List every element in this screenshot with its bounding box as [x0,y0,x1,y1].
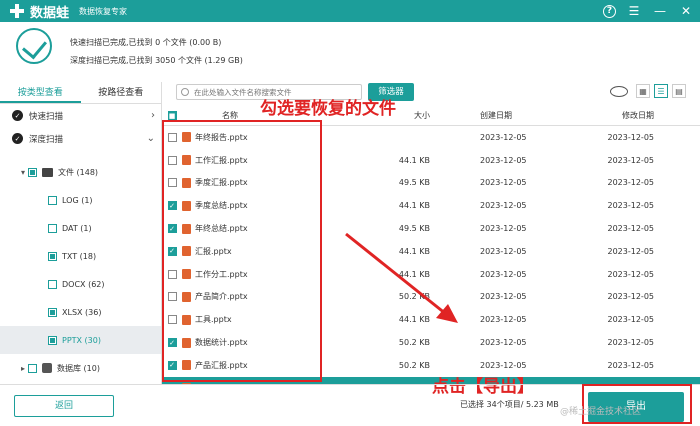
create-date: 2023-12-05 [480,224,527,234]
expand-arrow-icon[interactable]: ▾ [18,168,28,177]
file-size: 50.2 KB [398,338,430,348]
file-size: 44.1 KB [398,155,430,165]
file-size: 44.1 KB [398,201,430,211]
create-date: 2023-12-05 [480,292,527,302]
watermark: @稀土掘金技术社区 [560,407,642,417]
quick-scan-status: 快速扫描已完成,已找到 0 个文件 (0.00 B) [70,38,222,47]
select-all-checkbox[interactable]: ■ [167,111,177,120]
back-button[interactable]: 返回 [14,395,114,417]
tree-checkbox[interactable] [48,251,57,261]
quick-scan-row[interactable]: ✓ 快速扫描 › [0,104,161,127]
minimize-icon[interactable]: — [652,3,668,19]
file-size: 49.5 KB [398,178,430,188]
chevron-right-icon[interactable]: › [151,110,155,121]
database-icon [42,363,52,373]
modify-date: 2023-12-05 [607,338,655,348]
search-icon [181,88,189,96]
tree-item-label: PPTX (30) [62,335,101,345]
tree-checkbox[interactable] [28,363,37,373]
tree-item-log[interactable]: LOG (1) [0,186,161,214]
tree-item-label: DAT (1) [62,223,92,233]
create-date: 2023-12-05 [480,360,527,370]
create-date: 2023-12-05 [480,246,527,256]
tab-by-type[interactable]: 按类型查看 [0,82,81,103]
annotation-arrow [345,232,458,323]
tree-item-txt[interactable]: TXT (18) [0,242,161,270]
modify-date: 2023-12-05 [607,201,655,211]
create-date: 2023-12-05 [480,315,527,325]
tree-item-pptx[interactable]: PPTX (30) [0,326,161,354]
tree-item-xlsx[interactable]: XLSX (36) [0,298,161,326]
modify-date: 2023-12-05 [607,269,655,279]
tree-checkbox[interactable] [48,223,57,233]
col-modify-date[interactable]: 修改日期 [575,110,670,121]
check-icon: ✓ [12,110,23,121]
quick-scan-label: 快速扫描 [29,111,64,122]
folder-icon [42,167,53,177]
create-date: 2023-12-05 [480,201,527,211]
modify-date: 2023-12-05 [607,246,655,256]
modify-date: 2023-12-05 [607,360,655,370]
tree-checkbox[interactable] [48,307,57,317]
chevron-down-icon[interactable]: ⌄ [147,133,155,144]
detail-view-icon[interactable]: ▤ [672,84,686,98]
scan-summary: 快速扫描已完成,已找到 0 个文件 (0.00 B) 深度扫描已完成,已找到 3… [0,22,700,76]
scan-complete-check-icon [16,28,52,64]
collapse-arrow-icon[interactable]: ▸ [18,364,28,373]
tree-checkbox[interactable] [48,335,57,345]
tree-item-label: DOCX (62) [62,279,105,289]
file-type-tree: ▾ 文件 (148) LOG (1) DAT (1) TXT (18) DOCX… [0,158,161,382]
close-icon[interactable]: ✕ [678,3,694,19]
app-name: 数据蛙 [30,5,70,21]
selection-info: 已选择 34个项目/ 5.23 MB [460,400,559,409]
tree-item-label: 文件 (148) [58,167,99,177]
tree-item-docx[interactable]: DOCX (62) [0,270,161,298]
tree-item-label: LOG (1) [62,195,93,205]
annotation-select-hint: 勾选要恢复的文件 [260,99,396,119]
create-date: 2023-12-05 [480,178,527,188]
tree-item-label: XLSX (36) [62,307,102,317]
modify-date: 2023-12-05 [607,178,655,188]
tab-by-path[interactable]: 按路径查看 [81,82,162,103]
create-date: 2023-12-05 [480,155,527,165]
title-bar: 数据蛙 数据恢复专家 ? ☰ — ✕ [0,0,700,22]
deep-scan-label: 深度扫描 [29,134,64,145]
deep-scan-status: 深度扫描已完成,已找到 3050 个文件 (1.29 GB) [70,56,243,65]
app-subtitle: 数据恢复专家 [79,6,128,16]
tree-checkbox[interactable] [48,195,57,205]
tree-item-dat[interactable]: DAT (1) [0,214,161,242]
create-date: 2023-12-05 [480,269,527,279]
tree-item-files[interactable]: ▾ 文件 (148) [0,158,161,186]
modify-date: 2023-12-05 [607,224,655,234]
left-panel: 按类型查看 按路径查看 ✓ 快速扫描 › ✓ 深度扫描 ⌄ ▾ 文件 (148)… [0,82,162,384]
check-icon: ✓ [12,133,23,144]
app-logo: 数据蛙 数据恢复专家 [10,2,127,21]
help-icon[interactable]: ? [603,4,616,18]
modify-date: 2023-12-05 [607,155,655,165]
modify-date: 2023-12-05 [607,315,655,325]
preview-eye-icon[interactable] [610,85,628,97]
deep-scan-row[interactable]: ✓ 深度扫描 ⌄ [0,127,161,150]
tree-item-database[interactable]: ▸ 数据库 (10) [0,354,161,382]
create-date: 2023-12-05 [480,132,527,142]
create-date: 2023-12-05 [480,338,527,348]
menu-icon[interactable]: ☰ [626,3,642,19]
modify-date: 2023-12-05 [607,132,655,142]
tree-item-label: TXT (18) [62,251,97,261]
tree-item-label: 数据库 (10) [57,363,100,373]
file-size: 50.2 KB [398,360,430,370]
col-create-date[interactable]: 创建日期 [480,110,575,121]
list-view-icon[interactable]: ☰ [654,84,668,98]
annotation-box-files [162,120,322,382]
tree-checkbox[interactable] [48,279,57,289]
file-toolbar: 筛选器 ▦ ☰ ▤ [162,82,700,104]
modify-date: 2023-12-05 [607,292,655,302]
logo-plus-icon [10,4,24,18]
tree-checkbox[interactable] [28,167,37,177]
grid-view-icon[interactable]: ▦ [636,84,650,98]
